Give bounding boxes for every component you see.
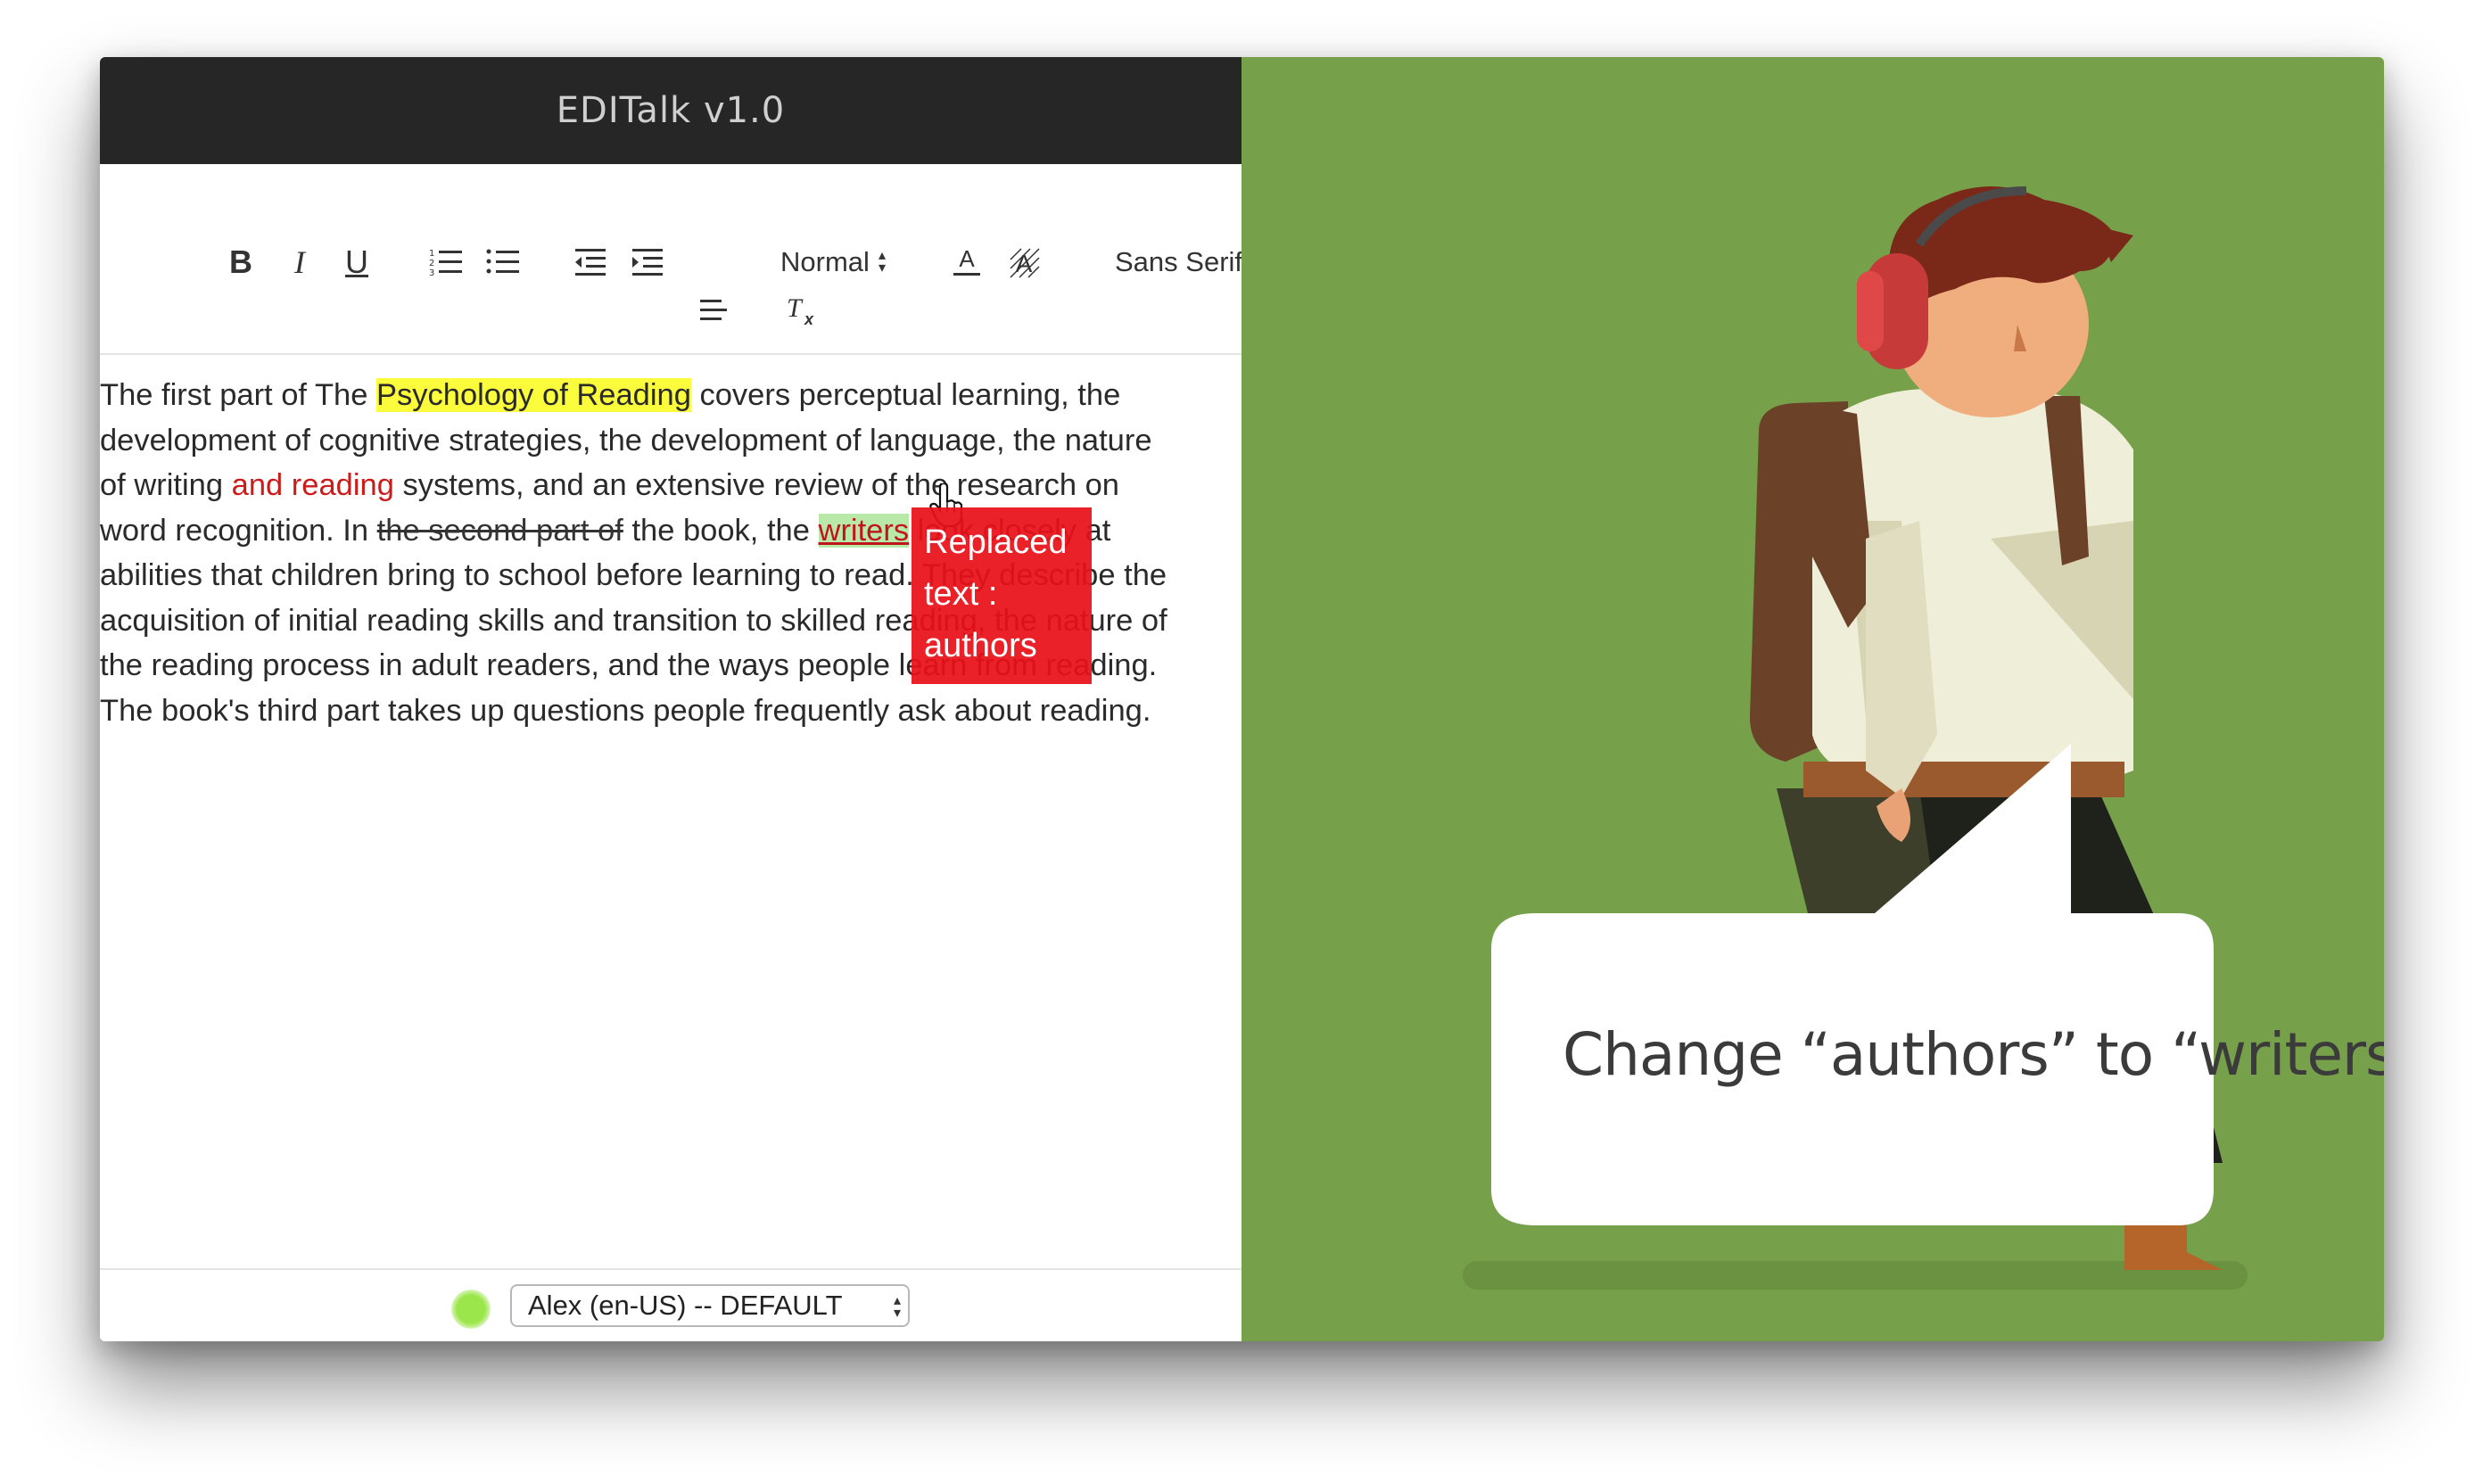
replaced-text-tooltip: Replaced text : authors: [912, 507, 1092, 684]
microphone-status-indicator: [451, 1290, 491, 1329]
align-button[interactable]: [694, 285, 733, 335]
outdent-button[interactable]: [571, 237, 610, 287]
hl-yellow-span: Psychology of Reading: [376, 378, 691, 412]
text-span: covers perceptual learning, the: [690, 378, 1121, 412]
text-color-icon: A: [953, 245, 980, 276]
text-line: The book's third part takes up questions…: [100, 688, 1242, 734]
background-color-button[interactable]: A: [1004, 237, 1044, 287]
text-span: the book, the: [623, 513, 819, 548]
struck-span: the second part of: [376, 513, 623, 548]
text-line: development of cognitive strategies, the…: [100, 418, 1242, 464]
tooltip-line: text :: [924, 575, 998, 613]
text-line: The first part of The Psychology of Read…: [100, 373, 1242, 418]
outdent-icon: [575, 249, 606, 276]
formatting-toolbar: B I U 1 2 3 Normal ▴ ▾ A Sans Serif T x: [100, 164, 1242, 355]
tooltip-line: Replaced: [924, 524, 1068, 561]
speech-bubble-text: Change “authors” to “writers”: [1563, 1020, 2384, 1089]
tooltip-line: authors: [924, 627, 1037, 664]
svg-text:T: T: [787, 293, 804, 323]
text-line: of writing and reading systems, and an e…: [100, 463, 1242, 508]
heading-select[interactable]: Normal ▴ ▾: [762, 237, 904, 287]
underline-button[interactable]: U: [337, 237, 376, 287]
text-span: development of cognitive strategies, the…: [100, 423, 1152, 458]
voice-select-value: Alex (en-US) -- DEFAULT: [528, 1290, 843, 1321]
text-span: of writing: [100, 468, 232, 502]
ordered-list-icon: 1 2 3: [429, 249, 462, 277]
text-span: systems, and an extensive review of the …: [393, 468, 1119, 502]
align-left-icon: [700, 300, 727, 320]
svg-text:A: A: [959, 245, 975, 272]
bullet-list-icon: [486, 249, 519, 274]
updown-arrows-icon: ▴ ▾: [893, 1293, 901, 1321]
text-span: The book's third part takes up questions…: [100, 693, 1151, 728]
status-footer: Alex (en-US) -- DEFAULT ▴ ▾: [100, 1268, 1242, 1341]
underline-icon: U: [345, 243, 368, 280]
bold-icon: B: [229, 243, 252, 280]
background-color-icon: A: [1010, 248, 1040, 278]
bullet-list-button[interactable]: [483, 237, 523, 287]
italic-icon: I: [294, 244, 305, 280]
heading-select-value: Normal: [780, 246, 870, 277]
updown-arrows-icon: ▴ ▾: [878, 248, 886, 276]
italic-button[interactable]: I: [280, 237, 319, 287]
illustration-pane: [1242, 57, 2384, 1341]
font-select[interactable]: Sans Serif ▴▾: [1115, 237, 1242, 287]
voice-select[interactable]: Alex (en-US) -- DEFAULT ▴ ▾: [510, 1284, 910, 1327]
font-select-value: Sans Serif: [1115, 246, 1242, 277]
text-color-button[interactable]: A: [947, 237, 986, 287]
ordered-list-button[interactable]: 1 2 3: [426, 237, 466, 287]
app-title: EDITalk v1.0: [100, 57, 1242, 164]
hl-green-span[interactable]: writers: [818, 513, 910, 548]
svg-text:1: 1: [429, 249, 434, 259]
text-span: word recognition. In: [100, 513, 377, 548]
student-illustration: [1463, 186, 2248, 1290]
svg-text:3: 3: [429, 268, 434, 277]
clear-formatting-icon: T x: [787, 293, 814, 327]
editor-pane: EDITalk v1.0 B I U 1 2 3 Normal ▴ ▾ A Sa…: [100, 57, 1242, 1341]
red-text-span: and reading: [231, 468, 394, 502]
clear-formatting-button[interactable]: T x: [783, 285, 822, 335]
app-window: EDITalk v1.0 B I U 1 2 3 Normal ▴ ▾ A Sa…: [100, 57, 2384, 1341]
svg-text:x: x: [804, 310, 814, 327]
indent-button[interactable]: [628, 237, 667, 287]
bold-button[interactable]: B: [221, 237, 260, 287]
text-span: The first part of The: [100, 378, 376, 412]
svg-text:2: 2: [429, 259, 434, 268]
indent-icon: [632, 249, 663, 276]
